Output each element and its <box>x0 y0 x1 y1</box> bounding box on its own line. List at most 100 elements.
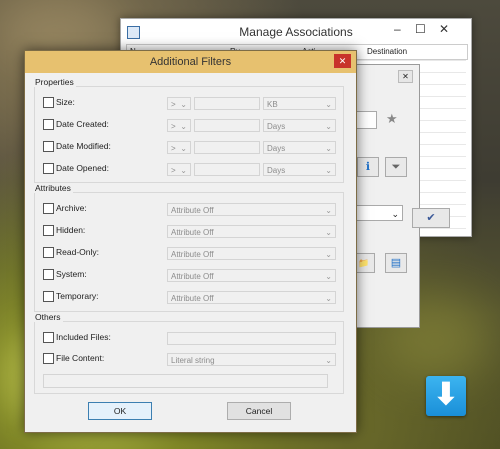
attribute-row-temporary: Temporary: Attribute Off ⌄ <box>43 291 343 305</box>
chevron-down-icon: ⌄ <box>325 228 332 237</box>
attributes-group: Attributes Archive: Attribute Off ⌄ Hidde… <box>33 183 344 312</box>
attribute-state-value: Attribute Off <box>171 272 214 281</box>
filter-row-size: Size: > ⌄ KB ⌄ <box>43 97 343 111</box>
attributes-legend: Attributes <box>33 183 73 193</box>
operator-value: > <box>171 166 176 175</box>
operator-value: > <box>171 144 176 153</box>
date-modified-checkbox[interactable] <box>43 141 54 152</box>
attribute-row-hidden: Hidden: Attribute Off ⌄ <box>43 225 343 239</box>
info-button[interactable]: ℹ <box>357 157 379 177</box>
size-value-input[interactable] <box>194 97 260 110</box>
size-checkbox[interactable] <box>43 97 54 108</box>
notes-button[interactable]: ▤ <box>385 253 407 273</box>
date-opened-unit-select[interactable]: Days ⌄ <box>263 163 336 176</box>
chevron-down-icon: ⌄ <box>180 144 187 153</box>
column-header-destination[interactable]: Destination <box>367 47 407 56</box>
close-icon[interactable]: ✕ <box>398 70 413 83</box>
filter-row-date-created: Date Created: > ⌄ Days ⌄ <box>43 119 343 133</box>
action-select[interactable]: ⌄ <box>355 205 403 221</box>
date-created-operator-select[interactable]: > ⌄ <box>167 119 191 132</box>
chevron-down-icon: ⌄ <box>325 356 332 365</box>
chevron-down-icon: ⌄ <box>391 209 399 219</box>
archive-state-select[interactable]: Attribute Off ⌄ <box>167 203 336 216</box>
date-created-unit-select[interactable]: Days ⌄ <box>263 119 336 132</box>
included-files-label: Included Files: <box>56 332 111 342</box>
manage-associations-titlebar: Manage Associations – ☐ ✕ <box>121 19 471 45</box>
chevron-down-icon: ⌄ <box>180 122 187 131</box>
date-created-value-input[interactable] <box>194 119 260 132</box>
date-modified-unit-select[interactable]: Days ⌄ <box>263 141 336 154</box>
included-files-input[interactable] <box>167 332 336 345</box>
size-label: Size: <box>56 97 75 107</box>
rule-name-input[interactable] <box>355 111 377 129</box>
info-icon: ℹ <box>365 161 371 173</box>
date-modified-value-input[interactable] <box>194 141 260 154</box>
chevron-down-icon: ⌄ <box>325 206 332 215</box>
attribute-row-read-only: Read-Only: Attribute Off ⌄ <box>43 247 343 261</box>
cancel-button[interactable]: Cancel <box>227 402 291 420</box>
maximize-icon[interactable]: ☐ <box>415 22 426 36</box>
dialog-title: Additional Filters <box>149 56 232 68</box>
read-only-label: Read-Only: <box>56 247 99 257</box>
read-only-checkbox[interactable] <box>43 247 54 258</box>
attribute-row-system: System: Attribute Off ⌄ <box>43 269 343 283</box>
filter-button[interactable]: ⏷ <box>385 157 407 177</box>
additional-filters-dialog: Additional Filters ✕ Properties Size: > ⌄… <box>24 50 357 433</box>
others-legend: Others <box>33 312 63 322</box>
system-checkbox[interactable] <box>43 269 54 280</box>
chevron-down-icon: ⌄ <box>325 100 332 109</box>
minimize-icon[interactable]: – <box>394 22 401 36</box>
size-unit-select[interactable]: KB ⌄ <box>263 97 336 110</box>
attribute-state-value: Attribute Off <box>171 206 214 215</box>
unit-value: Days <box>267 144 286 153</box>
date-modified-label: Date Modified: <box>56 141 111 151</box>
date-created-checkbox[interactable] <box>43 119 54 130</box>
ok-button[interactable]: OK <box>88 402 152 420</box>
close-icon[interactable]: ✕ <box>439 22 449 36</box>
dialog-titlebar: Additional Filters ✕ <box>25 51 356 73</box>
chevron-down-icon: ⌄ <box>325 144 332 153</box>
date-opened-checkbox[interactable] <box>43 163 54 174</box>
system-label: System: <box>56 269 87 279</box>
file-content-input[interactable] <box>43 374 328 388</box>
attribute-state-value: Attribute Off <box>171 250 214 259</box>
download-app-icon[interactable]: ⬇ <box>426 376 466 416</box>
file-content-label: File Content: <box>56 353 105 363</box>
file-content-mode-select[interactable]: Literal string ⌄ <box>167 353 336 366</box>
size-operator-select[interactable]: > ⌄ <box>167 97 191 110</box>
hidden-state-select[interactable]: Attribute Off ⌄ <box>167 225 336 238</box>
hidden-checkbox[interactable] <box>43 225 54 236</box>
filter-row-date-opened: Date Opened: > ⌄ Days ⌄ <box>43 163 343 177</box>
archive-checkbox[interactable] <box>43 203 54 214</box>
date-opened-operator-select[interactable]: > ⌄ <box>167 163 191 176</box>
folder-icon: 📁 <box>358 258 370 268</box>
temporary-state-select[interactable]: Attribute Off ⌄ <box>167 291 336 304</box>
unit-value: Days <box>267 122 286 131</box>
attribute-state-value: Attribute Off <box>171 294 214 303</box>
temporary-label: Temporary: <box>56 291 99 301</box>
others-group: Others Included Files: File Content: Lit… <box>33 312 344 394</box>
check-icon: ✔ <box>426 212 436 224</box>
hidden-label: Hidden: <box>56 225 86 235</box>
unit-value: Days <box>267 166 286 175</box>
date-opened-label: Date Opened: <box>56 163 109 173</box>
confirm-button[interactable]: ✔ <box>412 208 450 228</box>
operator-value: > <box>171 122 176 131</box>
chevron-down-icon: ⌄ <box>180 166 187 175</box>
close-icon[interactable]: ✕ <box>334 54 351 68</box>
file-content-checkbox[interactable] <box>43 353 54 364</box>
temporary-checkbox[interactable] <box>43 291 54 302</box>
chevron-down-icon: ⌄ <box>325 122 332 131</box>
operator-value: > <box>171 100 176 109</box>
included-files-checkbox[interactable] <box>43 332 54 343</box>
date-opened-value-input[interactable] <box>194 163 260 176</box>
properties-group: Properties Size: > ⌄ KB ⌄ Date Created: > ⌄… <box>33 77 344 183</box>
read-only-state-select[interactable]: Attribute Off ⌄ <box>167 247 336 260</box>
system-state-select[interactable]: Attribute Off ⌄ <box>167 269 336 282</box>
download-icon: ⬇ <box>433 378 459 411</box>
file-content-row: File Content: Literal string ⌄ <box>43 353 343 367</box>
star-icon[interactable]: ★ <box>386 111 398 127</box>
date-modified-operator-select[interactable]: > ⌄ <box>167 141 191 154</box>
chevron-down-icon: ⌄ <box>325 272 332 281</box>
filter-icon: ⏷ <box>391 161 401 173</box>
